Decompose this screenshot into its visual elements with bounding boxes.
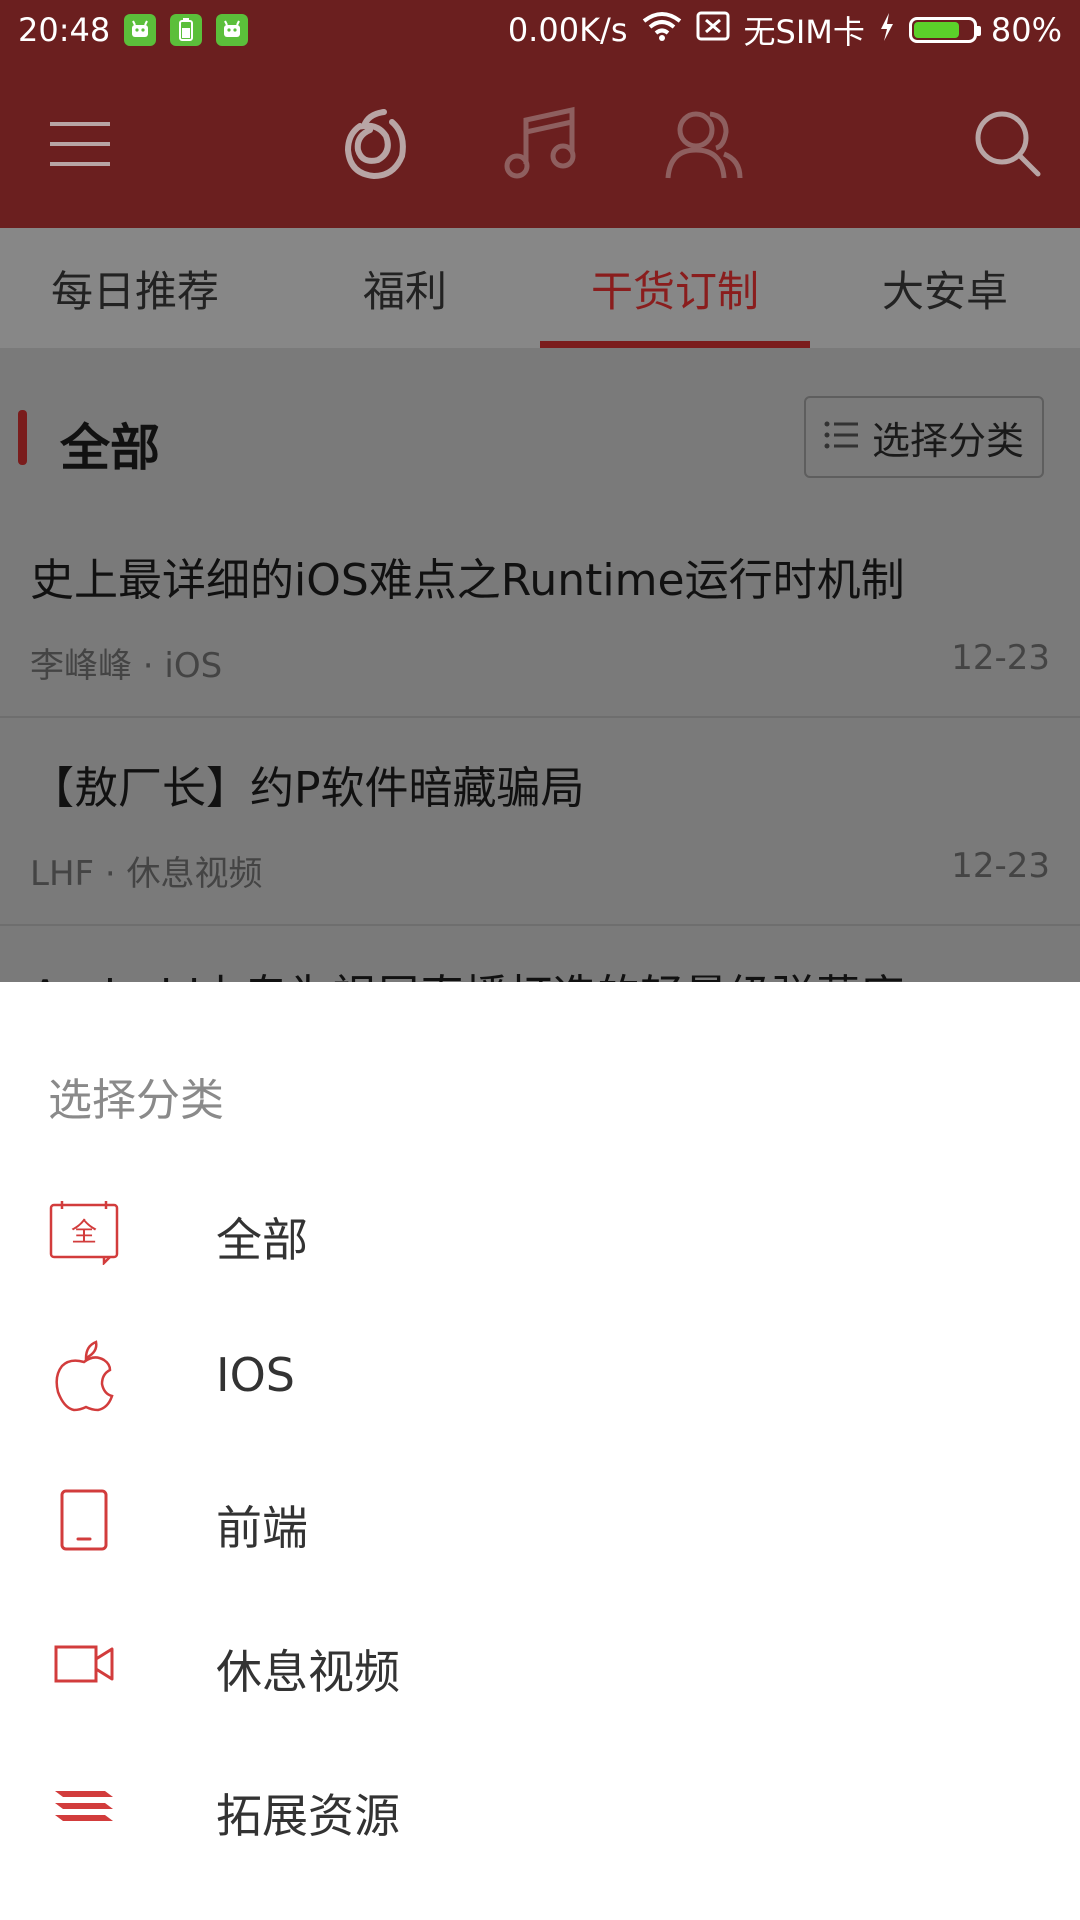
- select-category-label: 选择分类: [871, 418, 1024, 463]
- tab-daily-recommend[interactable]: 每日推荐: [0, 228, 270, 348]
- music-note-icon[interactable]: [496, 100, 584, 188]
- android-notification-icon: [124, 14, 157, 46]
- netease-music-icon[interactable]: [332, 100, 420, 188]
- tab-android[interactable]: 大安卓: [810, 228, 1080, 348]
- category-item-all[interactable]: 全 全部: [0, 1160, 1080, 1304]
- calendar-all-icon: 全: [44, 1194, 124, 1270]
- list-item[interactable]: 【敖厂长】约P软件暗藏骗局 LHF · 休息视频 12-23: [0, 716, 1080, 926]
- status-time: 20:48: [18, 11, 111, 49]
- tab-bar: 每日推荐 福利 干货订制 大安卓: [0, 228, 1080, 348]
- article-meta: LHF · 休息视频: [30, 854, 263, 894]
- category-item-resources[interactable]: 拓展资源: [0, 1736, 1080, 1880]
- list-icon: [824, 415, 860, 459]
- tab-dry-goods[interactable]: 干货订制: [540, 228, 810, 348]
- app-bar: [0, 60, 1080, 228]
- article-title: Android上专为视屏直播打造的轻量级弹幕库: [30, 960, 904, 982]
- section-accent-bar: [18, 410, 27, 465]
- list-item[interactable]: Android上专为视屏直播打造的轻量级弹幕库: [0, 924, 1080, 982]
- svg-text:全: 全: [71, 1218, 97, 1248]
- menu-icon[interactable]: [36, 100, 124, 188]
- article-date: 12-23: [951, 638, 1050, 678]
- layers-icon: [44, 1770, 124, 1846]
- list-item[interactable]: 史上最详细的iOS难点之Runtime运行时机制 李峰峰 · iOS 12-23: [0, 508, 1080, 718]
- net-speed: 0.00K/s: [507, 11, 628, 49]
- search-icon[interactable]: [964, 100, 1052, 188]
- category-label: 全部: [216, 1213, 308, 1267]
- battery-icon: [908, 17, 981, 43]
- tablet-icon: [44, 1482, 124, 1558]
- sim-status: 无SIM卡: [743, 13, 865, 51]
- charging-icon: [879, 11, 895, 49]
- video-camera-icon: [44, 1626, 124, 1702]
- sheet-title: 选择分类: [48, 1075, 224, 1126]
- android-notification-icon-2: [216, 14, 249, 46]
- wifi-icon: [642, 11, 682, 49]
- category-label: 休息视频: [216, 1645, 400, 1699]
- category-item-ios[interactable]: IOS: [0, 1304, 1080, 1448]
- apple-icon: [44, 1338, 124, 1414]
- tab-welfare[interactable]: 福利: [270, 228, 540, 348]
- section-header: 全部 选择分类: [0, 348, 1080, 528]
- article-title: 【敖厂长】约P软件暗藏骗局: [30, 763, 585, 814]
- select-category-button[interactable]: 选择分类: [804, 396, 1044, 478]
- no-sim-icon: [696, 11, 730, 49]
- category-label: 拓展资源: [216, 1789, 400, 1843]
- category-bottom-sheet: 选择分类 全 全部 IOS 前端 休息视频 拓展资源: [0, 982, 1080, 1920]
- battery-notification-icon: [170, 14, 203, 46]
- article-title: 史上最详细的iOS难点之Runtime运行时机制: [30, 555, 905, 606]
- status-bar: 20:48 0.00K/s 无SIM卡 80%: [0, 0, 1080, 60]
- article-date: 12-23: [951, 846, 1050, 886]
- article-meta: 李峰峰 · iOS: [30, 646, 223, 686]
- battery-percent: 80%: [990, 11, 1062, 49]
- article-list: 全部 选择分类 史上最详细的iOS难点之Runtime运行时机制 李峰峰 · i…: [0, 348, 1080, 982]
- category-label: IOS: [216, 1348, 295, 1402]
- friends-icon[interactable]: [660, 100, 748, 188]
- category-item-videos[interactable]: 休息视频: [0, 1592, 1080, 1736]
- category-item-frontend[interactable]: 前端: [0, 1448, 1080, 1592]
- category-label: 前端: [216, 1501, 308, 1555]
- section-title: 全部: [60, 419, 160, 477]
